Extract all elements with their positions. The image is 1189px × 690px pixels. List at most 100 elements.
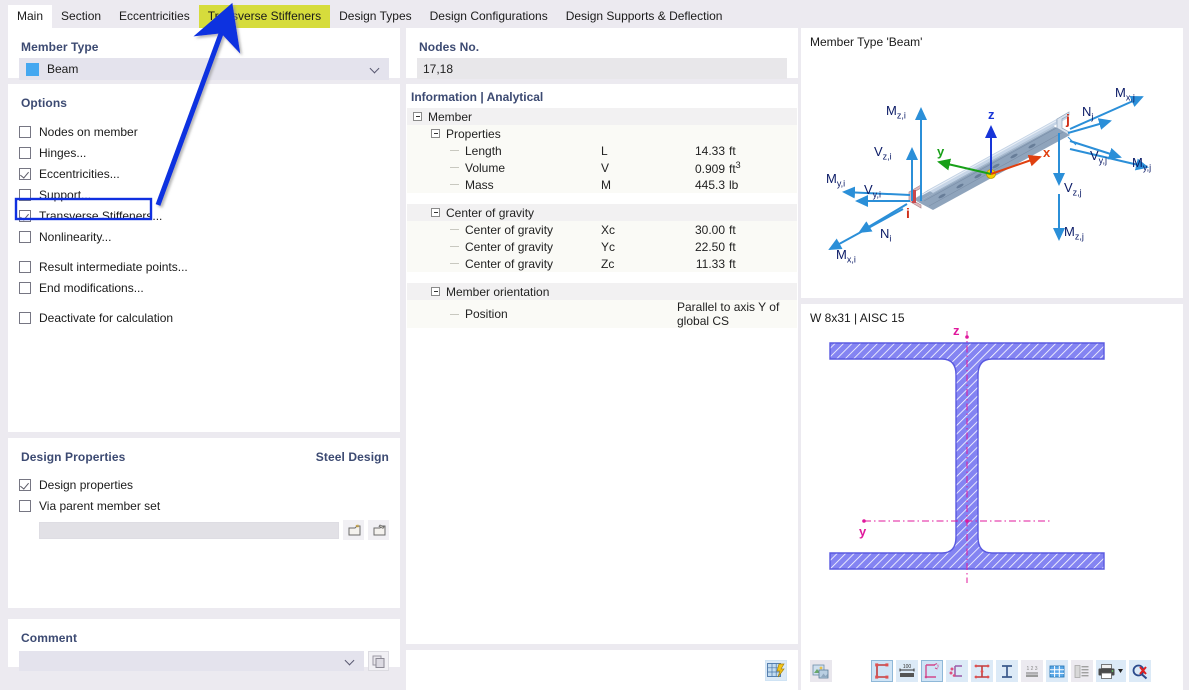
tree-value: 22.50	[694, 239, 725, 254]
tree-row-volume[interactable]: Volume V 0.909 ft3	[407, 159, 797, 176]
tree-row-position[interactable]: Position Parallel to axis Y of global CS	[407, 300, 797, 328]
tree-symbol: Yc	[601, 239, 616, 254]
section-stress-points-icon[interactable]	[946, 660, 968, 682]
right-panel: Member Type 'Beam' Mz,i Vz,i My,i Vy,i N…	[801, 28, 1189, 690]
collapse-icon[interactable]	[431, 208, 440, 217]
option-label: Nonlinearity...	[39, 229, 112, 244]
checkbox-unchecked-icon[interactable]	[19, 125, 31, 138]
table-lightning-icon[interactable]	[765, 660, 787, 681]
section-outline-icon[interactable]	[996, 660, 1018, 682]
label-Mx-j: Mx,j	[1115, 85, 1135, 103]
section-axes-icon[interactable]: y	[921, 660, 943, 682]
viewer-3d-canvas[interactable]: Mz,i Vz,i My,i Vy,i Ni Mx,i Mx,j Nj Vy,j…	[802, 49, 1182, 289]
new-member-set-icon[interactable]	[343, 520, 364, 540]
tree-row-cog-xc[interactable]: Center of gravity Xc 30.00 ft	[407, 221, 797, 238]
tree-row-member-orientation-group[interactable]: Member orientation	[407, 283, 797, 300]
tree-label: Mass	[465, 177, 494, 192]
tab-transverse-stiffeners[interactable]: Transverse Stiffeners	[198, 5, 331, 28]
tree-unit: ft	[729, 222, 736, 237]
chevron-down-icon	[370, 63, 382, 75]
label-Vz-j: Vz,j	[1064, 180, 1082, 198]
tab-section[interactable]: Section	[52, 5, 110, 28]
checkbox-unchecked-icon[interactable]	[19, 188, 31, 201]
tab-design-types[interactable]: Design Types	[330, 5, 421, 28]
tab-design-configurations[interactable]: Design Configurations	[421, 5, 557, 28]
cross-section-canvas[interactable]: z y	[802, 323, 1182, 653]
section-measure-icon[interactable]: 100	[896, 660, 918, 682]
tree-row-cog-zc[interactable]: Center of gravity Zc 11.33 ft	[407, 255, 797, 272]
render-mode-icon[interactable]	[810, 660, 832, 682]
comment-label: Comment	[21, 631, 78, 645]
tree-symbol: M	[601, 177, 611, 192]
option-support[interactable]: Support...	[19, 184, 389, 205]
label-axis-y: y	[937, 144, 945, 159]
tree-value: 445.3	[694, 177, 725, 192]
tree-row-cog-yc[interactable]: Center of gravity Yc 22.50 ft	[407, 238, 797, 255]
tab-main[interactable]: Main	[8, 5, 53, 28]
option-result-intermediate-points[interactable]: Result intermediate points...	[19, 256, 389, 277]
collapse-icon[interactable]	[431, 287, 440, 296]
nodes-no-card: Nodes No. 17,18	[406, 28, 798, 79]
design-properties-checkbox-row[interactable]: Design properties	[19, 474, 389, 495]
section-numbering-icon[interactable]: 1 2 3	[1021, 660, 1043, 682]
option-nodes-on-member[interactable]: Nodes on member	[19, 121, 389, 142]
checkbox-checked-icon[interactable]	[19, 167, 31, 180]
tab-eccentricities[interactable]: Eccentricities	[110, 5, 199, 28]
checkbox-unchecked-icon[interactable]	[19, 311, 31, 324]
option-hinges[interactable]: Hinges...	[19, 142, 389, 163]
tree-row-mass[interactable]: Mass M 445.3 lb	[407, 176, 797, 193]
design-properties-card: Design Properties Steel Design Design pr…	[8, 438, 400, 608]
via-parent-member-set-checkbox-row[interactable]: Via parent member set	[19, 495, 389, 516]
section-parts-icon[interactable]	[971, 660, 993, 682]
checkbox-unchecked-icon[interactable]	[19, 260, 31, 273]
tree-row-length[interactable]: Length L 14.33 ft	[407, 142, 797, 159]
tab-design-supports-deflection[interactable]: Design Supports & Deflection	[557, 5, 732, 28]
checkbox-checked-icon[interactable]	[19, 209, 31, 222]
chevron-down-icon[interactable]	[345, 655, 357, 667]
member-type-dropdown[interactable]: Beam	[19, 58, 389, 80]
option-deactivate-for-calculation[interactable]: Deactivate for calculation	[19, 307, 389, 328]
comment-input[interactable]	[19, 651, 364, 671]
tree-leaf-icon	[450, 167, 459, 168]
copy-comment-icon[interactable]	[368, 651, 389, 671]
tree-leaf-icon	[450, 313, 459, 315]
edit-member-set-icon[interactable]	[368, 520, 389, 540]
reset-view-icon[interactable]	[1129, 660, 1151, 682]
tree-unit: lb	[729, 177, 739, 192]
label-Ni: Ni	[880, 226, 892, 244]
tree-value: 30.00	[694, 222, 725, 237]
checkbox-unchecked-icon[interactable]	[19, 499, 31, 512]
label-My-j: My,j	[1132, 155, 1152, 173]
section-dimensions-icon[interactable]	[871, 660, 893, 682]
print-icon[interactable]	[1096, 660, 1126, 682]
tree-unit: ft3	[729, 159, 741, 176]
label-My-i: My,i	[826, 171, 846, 189]
parent-member-set-input[interactable]	[39, 521, 339, 539]
member-type-value: Beam	[47, 62, 79, 76]
checkbox-unchecked-icon[interactable]	[19, 230, 31, 243]
label-Mz-j: Mz,j	[1064, 224, 1084, 242]
option-label: End modifications...	[39, 280, 144, 295]
label-axis-z: z	[988, 107, 995, 122]
section-table-icon[interactable]	[1071, 660, 1093, 682]
tree-row-gap	[407, 272, 797, 283]
option-nonlinearity[interactable]: Nonlinearity...	[19, 226, 389, 247]
option-end-modifications[interactable]: End modifications...	[19, 277, 389, 298]
checkbox-unchecked-icon[interactable]	[19, 146, 31, 159]
main-content: Member Type Beam Options Nodes on member…	[0, 28, 1189, 690]
tab-bar: Main Section Eccentricities Transverse S…	[0, 0, 1189, 28]
section-grid-icon[interactable]	[1046, 660, 1068, 682]
tree-row-properties[interactable]: Properties	[407, 125, 797, 142]
nodes-no-value[interactable]: 17,18	[417, 58, 787, 79]
option-transverse-stiffeners[interactable]: Transverse Stiffeners...	[19, 205, 389, 226]
label-Mz-i: Mz,i	[886, 103, 906, 121]
option-label: Transverse Stiffeners...	[39, 208, 163, 223]
tree-row-center-of-gravity-group[interactable]: Center of gravity	[407, 204, 797, 221]
checkbox-checked-icon[interactable]	[19, 478, 31, 491]
tree-row-member[interactable]: Member	[407, 108, 797, 125]
checkbox-unchecked-icon[interactable]	[19, 281, 31, 294]
collapse-icon[interactable]	[413, 112, 422, 121]
collapse-icon[interactable]	[431, 129, 440, 138]
option-eccentricities[interactable]: Eccentricities...	[19, 163, 389, 184]
tree-label: Properties	[446, 126, 501, 141]
